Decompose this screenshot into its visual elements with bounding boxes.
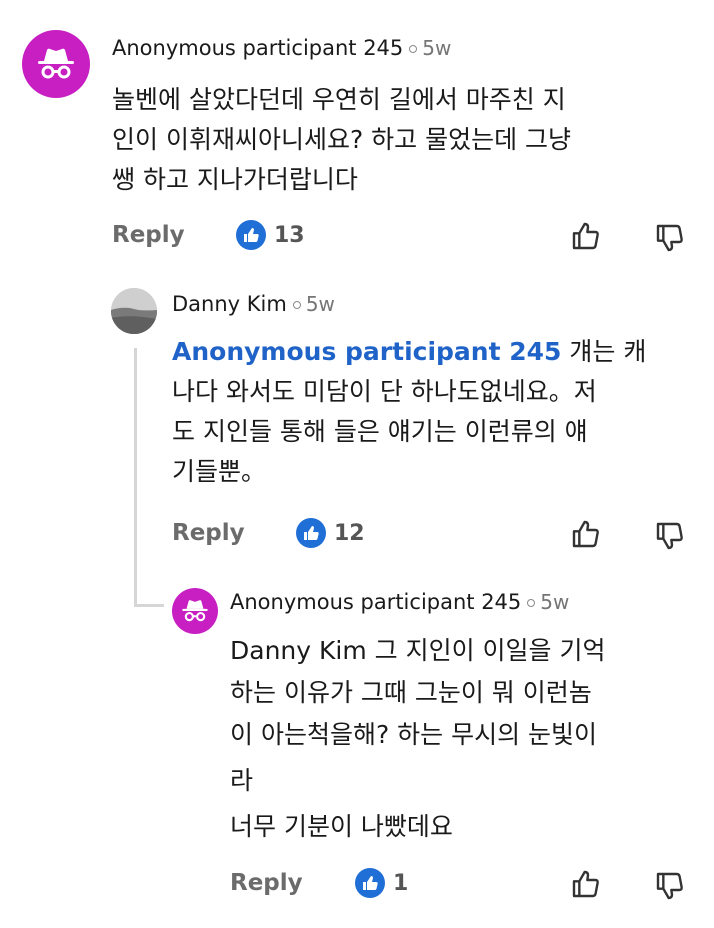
comment-line: 너무 기분이 나빴데요 <box>230 812 453 841</box>
timestamp: 5w <box>305 292 335 316</box>
comment-body: Danny Kim 그 지인이 이일을 기억 하는 이유가 그때 그눈이 뭐 이… <box>230 630 700 848</box>
incognito-icon <box>38 48 74 79</box>
comment-text: 걔는 캐 <box>561 337 647 366</box>
thumbs-down-icon <box>656 522 683 550</box>
like-count[interactable]: 12 <box>296 518 365 548</box>
comment-line: 도 지인들 통해 들은 얘기는 이런류의 얘 <box>172 417 588 446</box>
thumbs-up-icon <box>355 868 385 898</box>
thread-line-vertical <box>134 348 137 606</box>
author-name[interactable]: Anonymous participant 245 <box>230 590 521 614</box>
comment-line: 나다 와서도 미담이 단 하나도없네요。저 <box>172 377 597 406</box>
thumbs-up-icon <box>296 518 326 548</box>
downvote-button[interactable] <box>654 520 686 556</box>
avatar-anonymous[interactable] <box>22 30 90 98</box>
comment-line: 하는 이유가 그때 그눈이 뭐 이런놈 <box>230 678 592 707</box>
comment-line: 쌩 하고 지나가더랍니다 <box>112 165 358 194</box>
incognito-icon <box>182 600 208 622</box>
comment-line: Danny Kim 그 지인이 이일을 기억 <box>230 636 606 665</box>
author-name[interactable]: Anonymous participant 245 <box>112 36 403 60</box>
mention-link[interactable]: Anonymous participant 245 <box>172 337 561 366</box>
downvote-button[interactable] <box>654 870 686 906</box>
thread-line-elbow <box>134 604 164 607</box>
avatar-danny-kim[interactable] <box>111 288 157 334</box>
reply-button[interactable]: Reply <box>230 870 303 896</box>
like-count[interactable]: 1 <box>355 868 408 898</box>
upvote-button[interactable] <box>570 518 602 554</box>
thumbs-up-icon <box>572 222 599 250</box>
upvote-button[interactable] <box>570 868 602 904</box>
landscape-photo-icon <box>111 288 157 334</box>
like-count-value: 1 <box>393 870 409 896</box>
timestamp: 5w <box>422 36 452 60</box>
comment-line: Anonymous participant 245 걔는 캐 <box>172 332 702 372</box>
separator-dot <box>409 44 418 53</box>
reply-button[interactable]: Reply <box>112 222 185 248</box>
like-count-value: 13 <box>274 222 305 248</box>
comment-line: 라 <box>230 766 254 795</box>
timestamp: 5w <box>540 590 570 614</box>
separator-dot <box>292 300 301 309</box>
thumbs-up-icon <box>572 520 599 548</box>
thumbs-up-icon <box>236 220 266 250</box>
comment-header: Anonymous participant 245 5w <box>230 590 569 614</box>
thumbs-down-icon <box>656 872 683 900</box>
separator-dot <box>527 598 536 607</box>
like-count[interactable]: 13 <box>236 220 305 250</box>
upvote-button[interactable] <box>570 220 602 256</box>
comment-line: 놀벤에 살았다던데 우연히 길에서 마주친 지 <box>112 85 566 114</box>
thumbs-down-icon <box>656 224 683 252</box>
comment-body: 놀벤에 살았다던데 우연히 길에서 마주친 지 인이 이휘재씨아니세요? 하고 … <box>112 80 692 200</box>
comment-line: 기들뿐。 <box>172 457 267 486</box>
author-name[interactable]: Danny Kim <box>172 292 287 316</box>
reply-button[interactable]: Reply <box>172 520 245 546</box>
comment-line: 이 아는척을해? 하는 무시의 눈빛이 <box>230 720 598 749</box>
comment-line: 인이 이휘재씨아니세요? 하고 물었는데 그냥 <box>112 125 572 154</box>
comment-body: Anonymous participant 245 걔는 캐 나다 와서도 미담… <box>172 332 702 492</box>
thumbs-up-icon <box>572 870 599 898</box>
like-count-value: 12 <box>334 520 365 546</box>
downvote-button[interactable] <box>654 222 686 258</box>
comment-header: Danny Kim 5w <box>172 292 335 316</box>
avatar-anonymous[interactable] <box>172 588 218 634</box>
comment-header: Anonymous participant 245 5w <box>112 36 451 60</box>
